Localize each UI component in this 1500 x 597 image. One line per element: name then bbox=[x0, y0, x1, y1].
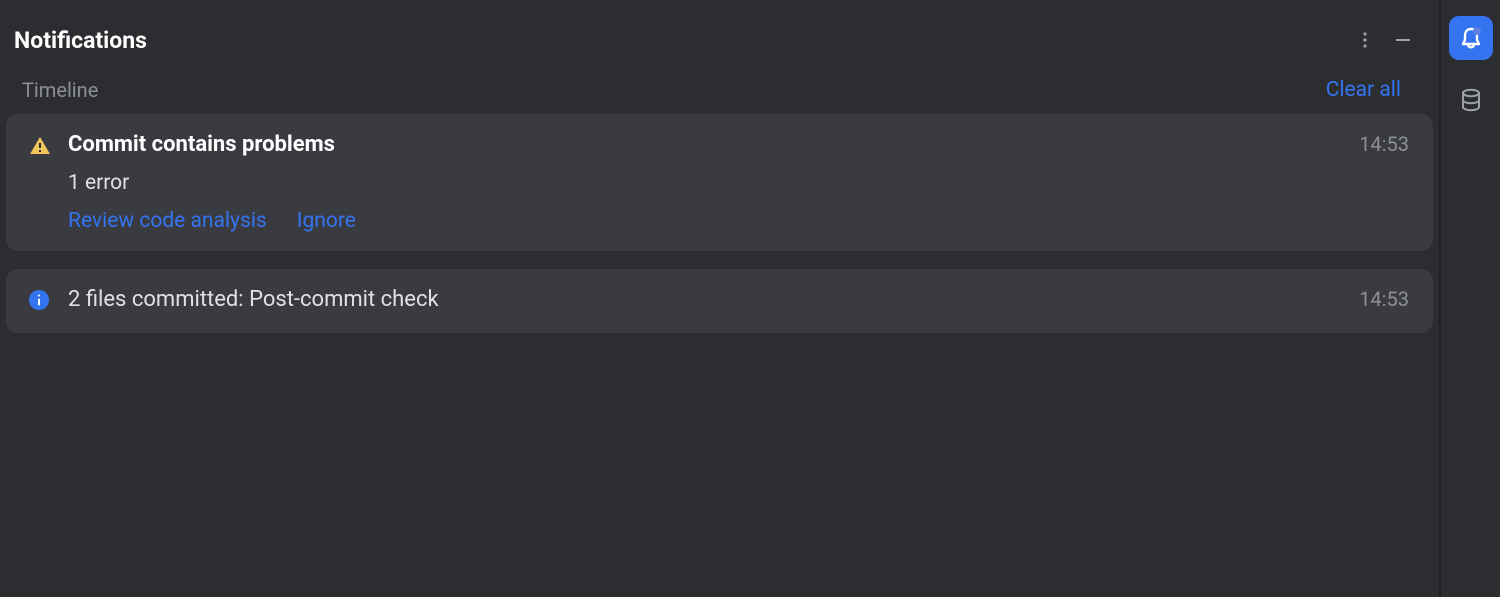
right-tool-rail bbox=[1440, 0, 1500, 597]
database-tool-button[interactable] bbox=[1449, 78, 1493, 122]
clear-all-button[interactable]: Clear all bbox=[1326, 78, 1401, 102]
timeline-header: Timeline Clear all bbox=[0, 68, 1439, 114]
minimize-icon bbox=[1393, 30, 1413, 50]
notification-title: Commit contains problems bbox=[68, 132, 1345, 157]
info-circle-icon bbox=[28, 289, 54, 315]
minimize-button[interactable] bbox=[1385, 22, 1421, 58]
notification-card[interactable]: Commit contains problems 1 error Review … bbox=[6, 114, 1433, 251]
notification-content: 2 files committed: Post-commit check bbox=[68, 287, 1345, 312]
page-title: Notifications bbox=[14, 27, 1347, 54]
ignore-link[interactable]: Ignore bbox=[297, 209, 356, 233]
more-vertical-icon bbox=[1355, 30, 1375, 50]
notification-card[interactable]: 2 files committed: Post-commit check 14:… bbox=[6, 269, 1433, 333]
notification-actions: Review code analysis Ignore bbox=[68, 209, 1345, 233]
notifications-panel: Notifications Timeline Clear all bbox=[0, 0, 1440, 597]
notification-row: Commit contains problems 1 error Review … bbox=[28, 132, 1409, 233]
panel-header: Notifications bbox=[0, 0, 1439, 68]
notification-content: Commit contains problems 1 error Review … bbox=[68, 132, 1345, 233]
bell-icon bbox=[1457, 24, 1485, 52]
timeline-label: Timeline bbox=[22, 78, 1326, 102]
warning-triangle-icon bbox=[28, 134, 54, 162]
review-code-analysis-link[interactable]: Review code analysis bbox=[68, 209, 267, 233]
notification-title: 2 files committed: Post-commit check bbox=[68, 287, 1345, 312]
more-options-button[interactable] bbox=[1347, 22, 1383, 58]
notification-row: 2 files committed: Post-commit check 14:… bbox=[28, 287, 1409, 315]
notification-list: Commit contains problems 1 error Review … bbox=[0, 114, 1439, 333]
header-actions bbox=[1347, 22, 1421, 58]
database-icon bbox=[1458, 87, 1484, 113]
notification-detail: 1 error bbox=[68, 171, 1345, 195]
notifications-tool-button[interactable] bbox=[1449, 16, 1493, 60]
notification-time: 14:53 bbox=[1359, 287, 1409, 311]
notification-time: 14:53 bbox=[1359, 132, 1409, 156]
